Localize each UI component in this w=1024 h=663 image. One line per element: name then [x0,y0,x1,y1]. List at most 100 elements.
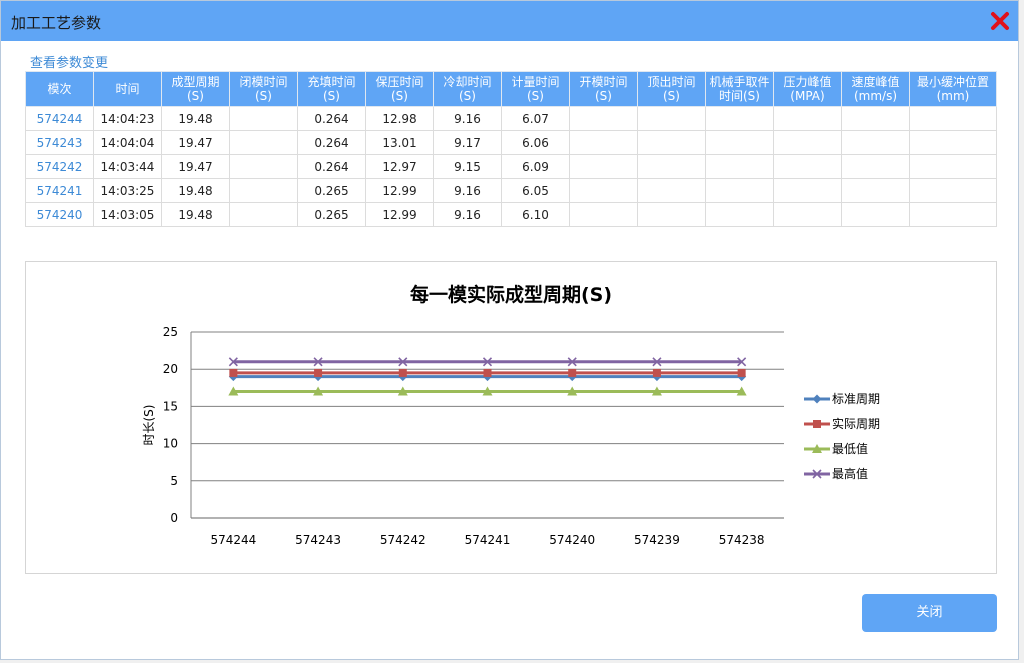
table-cell: 19.48 [161,202,230,227]
data-point [568,368,577,377]
data-point [314,368,323,377]
table-cell [773,178,842,203]
table-row: 574243 14:04:04 19.47 0.264 13.01 9.17 6.06 [25,130,997,155]
table-cell [569,202,638,227]
y-tick-label: 15 [163,399,178,413]
table-cell: 12.99 [365,178,434,203]
chart-title: 每一模实际成型周期(S) [410,283,612,306]
table-cell: 19.47 [161,154,230,179]
legend-label: 最低值 [832,441,868,456]
table-cell [229,106,298,131]
column-header: 保压时间 (S) [365,71,434,107]
table-cell: 12.97 [365,154,434,179]
column-header: 成型周期 (S) [161,71,230,107]
column-header: 开模时间 (S) [569,71,638,107]
table-cell [229,154,298,179]
table-cell: 13.01 [365,130,434,155]
table-cell [637,106,706,131]
table-cell: 12.98 [365,106,434,131]
legend-label: 标准周期 [832,392,880,406]
table-cell [705,178,774,203]
table-cell [909,202,997,227]
data-point [398,368,407,377]
legend-label: 实际周期 [832,416,880,431]
table-cell [229,202,298,227]
mold-cycle-link[interactable]: 574242 [25,154,94,179]
x-tick-label: 574243 [295,533,341,547]
table-cell [637,130,706,155]
table-cell [909,130,997,155]
table-cell: 19.48 [161,178,230,203]
y-tick-label: 0 [170,511,178,525]
table-cell [773,106,842,131]
table-cell [909,106,997,131]
column-header: 机械手取件 时间(S) [705,71,774,107]
y-tick-label: 20 [163,362,178,376]
close-icon[interactable] [990,11,1010,31]
table-row: 574241 14:03:25 19.48 0.265 12.99 9.16 6.05 [25,178,997,203]
table-cell [569,154,638,179]
table-row: 574240 14:03:05 19.48 0.265 12.99 9.16 6.10 [25,202,997,227]
mold-cycle-link[interactable]: 574241 [25,178,94,203]
table-cell [569,130,638,155]
y-tick-label: 5 [170,474,178,488]
data-point [483,368,492,377]
table-cell [909,178,997,203]
table-cell: 0.264 [297,106,366,131]
table-cell: 6.09 [501,154,570,179]
mold-cycle-link[interactable]: 574240 [25,202,94,227]
data-point [229,368,238,377]
table-cell [637,202,706,227]
table-cell [229,130,298,155]
column-header: 冷却时间 (S) [433,71,502,107]
x-tick-label: 574244 [210,533,256,547]
table-cell: 0.265 [297,202,366,227]
table-cell [841,130,910,155]
table-cell: 9.17 [433,130,502,155]
mold-cycle-link[interactable]: 574243 [25,130,94,155]
table-cell [773,130,842,155]
legend-marker [813,420,821,428]
legend-marker [812,394,822,404]
close-button[interactable]: 关闭 [862,594,997,632]
table-row: 574244 14:04:23 19.48 0.264 12.98 9.16 6.07 [25,106,997,131]
table-cell: 9.16 [433,106,502,131]
view-parameter-changes-link[interactable]: 查看参数变更 [30,52,108,71]
data-point [652,368,661,377]
table-cell: 14:04:04 [93,130,162,155]
table-cell [773,202,842,227]
table-cell [569,178,638,203]
table-cell: 0.264 [297,154,366,179]
table-cell [705,106,774,131]
table-cell: 12.99 [365,202,434,227]
table-cell: 6.10 [501,202,570,227]
column-header: 充填时间 (S) [297,71,366,107]
table-cell [229,178,298,203]
table-cell: 14:04:23 [93,106,162,131]
table-cell: 6.06 [501,130,570,155]
table-cell [841,202,910,227]
table-cell [909,154,997,179]
x-tick-label: 574242 [380,533,426,547]
table-cell: 9.15 [433,154,502,179]
table-cell: 6.05 [501,178,570,203]
process-parameters-dialog: 加工工艺参数 查看参数变更 模次 时间 成型周期 (S) 闭模时间 (S) 充填… [0,0,1019,660]
table-cell [773,154,842,179]
column-header: 顶出时间 (S) [637,71,706,107]
data-point [737,368,746,377]
table-cell: 9.16 [433,202,502,227]
table-cell: 0.265 [297,178,366,203]
mold-cycle-link[interactable]: 574244 [25,106,94,131]
cycle-time-chart: 每一模实际成型周期(S) 0 5 10 15 20 25 时长(S) 574244 574243 5… [25,261,997,574]
column-header: 计量时间 (S) [501,71,570,107]
x-tick-label: 574241 [465,533,511,547]
table-cell [841,106,910,131]
column-header: 最小缓冲位置 (mm) [909,71,997,107]
y-tick-label: 10 [163,437,178,451]
table-cell: 14:03:44 [93,154,162,179]
column-header: 闭模时间 (S) [229,71,298,107]
x-tick-label: 574239 [634,533,680,547]
table-cell [841,154,910,179]
table-cell: 19.47 [161,130,230,155]
table-cell [637,178,706,203]
